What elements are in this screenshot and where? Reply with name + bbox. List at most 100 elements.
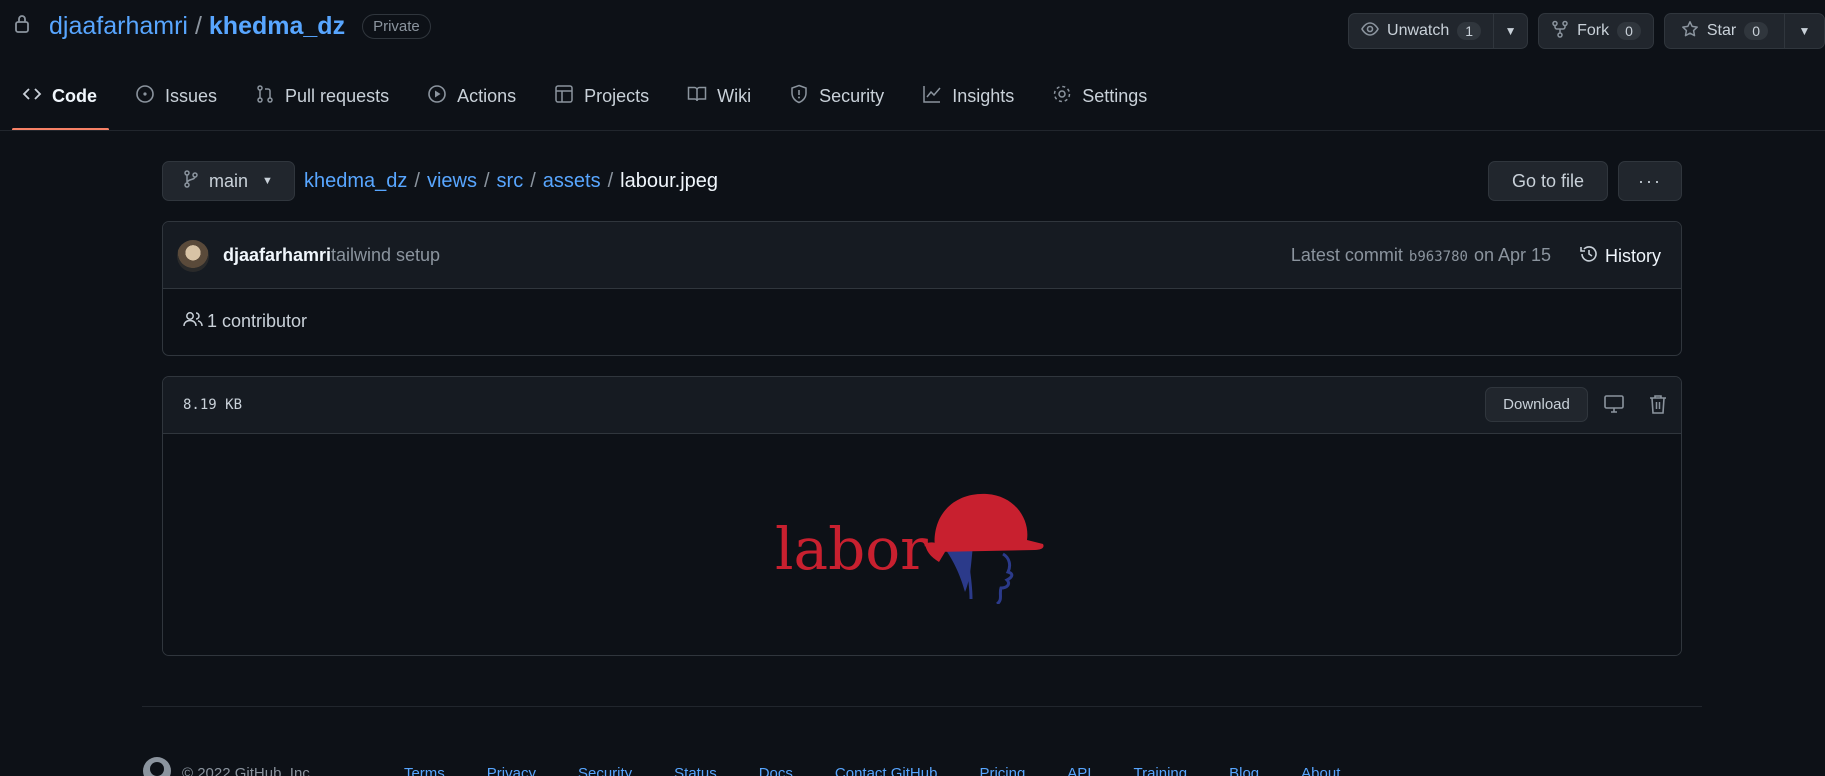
footer-divider — [142, 706, 1702, 707]
history-link[interactable]: History — [1579, 244, 1661, 269]
branch-select-button[interactable]: main ▼ — [162, 161, 295, 201]
fork-label: Fork — [1577, 22, 1610, 39]
fork-count: 0 — [1617, 22, 1641, 40]
issue-opened-icon — [135, 84, 155, 109]
footer-link-api[interactable]: API — [1067, 765, 1091, 776]
more-options-button[interactable]: ··· — [1618, 161, 1682, 201]
go-to-file-button[interactable]: Go to file — [1488, 161, 1608, 201]
tab-pull-requests[interactable]: Pull requests — [245, 76, 401, 129]
tab-label: Wiki — [717, 86, 752, 106]
image-preview: labor — [163, 434, 1681, 655]
footer-link-status[interactable]: Status — [674, 765, 717, 776]
tab-insights[interactable]: Insights — [912, 76, 1026, 129]
eye-icon — [1361, 20, 1379, 43]
commit-author-link[interactable]: djaafarhamri — [223, 245, 331, 266]
repo-header: djaafarhamri / khedma_dz Private Unwatch… — [0, 0, 1825, 62]
gear-icon — [1052, 84, 1072, 109]
trash-icon[interactable] — [1647, 393, 1669, 415]
desktop-icon[interactable] — [1603, 393, 1625, 415]
labor-logo-image: labor — [775, 493, 1044, 604]
breadcrumb-link[interactable]: assets — [543, 170, 601, 193]
breadcrumb-separator: / — [530, 170, 536, 192]
contributors-label: 1 contributor — [207, 311, 308, 331]
visibility-badge: Private — [362, 14, 431, 39]
tab-wiki[interactable]: Wiki — [677, 76, 763, 129]
download-button[interactable]: Download — [1485, 387, 1588, 422]
tab-label: Insights — [952, 86, 1015, 106]
triangle-down-icon: ▼ — [1504, 24, 1517, 38]
breadcrumb-separator: / — [414, 170, 420, 192]
footer-link-blog[interactable]: Blog — [1229, 765, 1259, 776]
tab-label: Code — [52, 86, 97, 106]
commit-meta: Latest commit b963780 on Apr 15 — [1291, 245, 1551, 266]
people-icon — [183, 310, 203, 333]
unwatch-label: Unwatch — [1387, 22, 1450, 39]
file-size: 8.19 KB — [183, 397, 243, 413]
breadcrumb-current-file: labour.jpeg — [620, 170, 719, 192]
tab-label: Projects — [584, 86, 650, 106]
repo-name-link[interactable]: khedma_dz — [209, 12, 345, 41]
star-button[interactable]: Star 0 — [1665, 14, 1784, 48]
contributors-link[interactable]: 1 contributor — [183, 310, 307, 333]
star-button-group: Star 0 ▼ — [1663, 13, 1825, 49]
tab-code[interactable]: Code — [12, 76, 109, 131]
github-mark-icon[interactable] — [142, 756, 172, 776]
fork-icon — [1551, 20, 1569, 43]
footer-link-contact[interactable]: Contact GitHub — [835, 765, 938, 776]
unwatch-dropdown[interactable]: ▼ — [1493, 14, 1527, 48]
tab-security[interactable]: Security — [779, 76, 896, 129]
unwatch-button[interactable]: Unwatch 1 — [1349, 14, 1493, 48]
lock-icon — [14, 12, 30, 41]
triangle-down-icon: ▼ — [1798, 24, 1811, 38]
branch-label: main — [209, 170, 249, 191]
breadcrumb-link[interactable]: khedma_dz — [304, 170, 407, 193]
tab-issues[interactable]: Issues — [125, 76, 229, 129]
table-icon — [554, 84, 574, 109]
star-label: Star — [1706, 22, 1737, 39]
star-icon — [1681, 20, 1699, 43]
tab-label: Actions — [457, 86, 517, 106]
footer-link-training[interactable]: Training — [1133, 765, 1187, 776]
svg-text:labor: labor — [775, 515, 928, 583]
tab-projects[interactable]: Projects — [544, 76, 661, 129]
footer-link-pricing[interactable]: Pricing — [979, 765, 1025, 776]
footer: © 2022 GitHub, Inc. Terms Privacy Securi… — [142, 756, 1382, 776]
git-pull-request-icon — [255, 84, 275, 109]
star-dropdown[interactable]: ▼ — [1784, 14, 1824, 48]
unwatch-count: 1 — [1457, 22, 1482, 40]
tab-actions[interactable]: Actions — [417, 76, 528, 129]
play-icon — [427, 84, 447, 109]
graph-icon — [922, 84, 942, 109]
footer-link-about[interactable]: About — [1301, 765, 1340, 776]
tab-label: Security — [819, 86, 885, 106]
tab-label: Issues — [165, 86, 218, 106]
fork-button-group: Fork 0 — [1538, 13, 1654, 49]
repo-title: djaafarhamri / khedma_dz Private — [14, 12, 431, 41]
shield-icon — [789, 84, 809, 109]
footer-link-privacy[interactable]: Privacy — [487, 765, 536, 776]
book-icon — [687, 84, 707, 109]
breadcrumb: khedma_dz / views / src / assets / labou… — [304, 170, 718, 193]
tab-settings[interactable]: Settings — [1042, 76, 1159, 129]
avatar[interactable] — [177, 240, 209, 272]
breadcrumb-separator: / — [483, 170, 490, 192]
footer-link-docs[interactable]: Docs — [759, 765, 793, 776]
footer-link-terms[interactable]: Terms — [404, 765, 445, 776]
star-count: 0 — [1744, 22, 1768, 40]
kebab-horizontal-icon: ··· — [1638, 170, 1662, 191]
repo-actions: Unwatch 1 ▼ Fork 0 Star 0 ▼ — [1348, 13, 1825, 49]
tab-label: Pull requests — [285, 86, 390, 106]
commit-sha-link[interactable]: b963780 — [1409, 249, 1468, 265]
commit-message-link[interactable]: tailwind setup — [331, 245, 440, 266]
tab-label: Settings — [1082, 86, 1148, 106]
latest-commit-bar: djaafarhamri tailwind setup Latest commi… — [163, 222, 1681, 289]
tabs-divider — [0, 130, 1825, 131]
breadcrumb-separator: / — [607, 170, 614, 192]
repo-owner-link[interactable]: djaafarhamri — [49, 12, 188, 41]
fork-button[interactable]: Fork 0 — [1539, 14, 1653, 48]
history-label: History — [1604, 246, 1661, 266]
breadcrumb-link[interactable]: src — [497, 170, 524, 193]
footer-link-security[interactable]: Security — [578, 765, 632, 776]
breadcrumb-link[interactable]: views — [427, 170, 477, 193]
footer-copyright: © 2022 GitHub, Inc. — [182, 764, 314, 776]
